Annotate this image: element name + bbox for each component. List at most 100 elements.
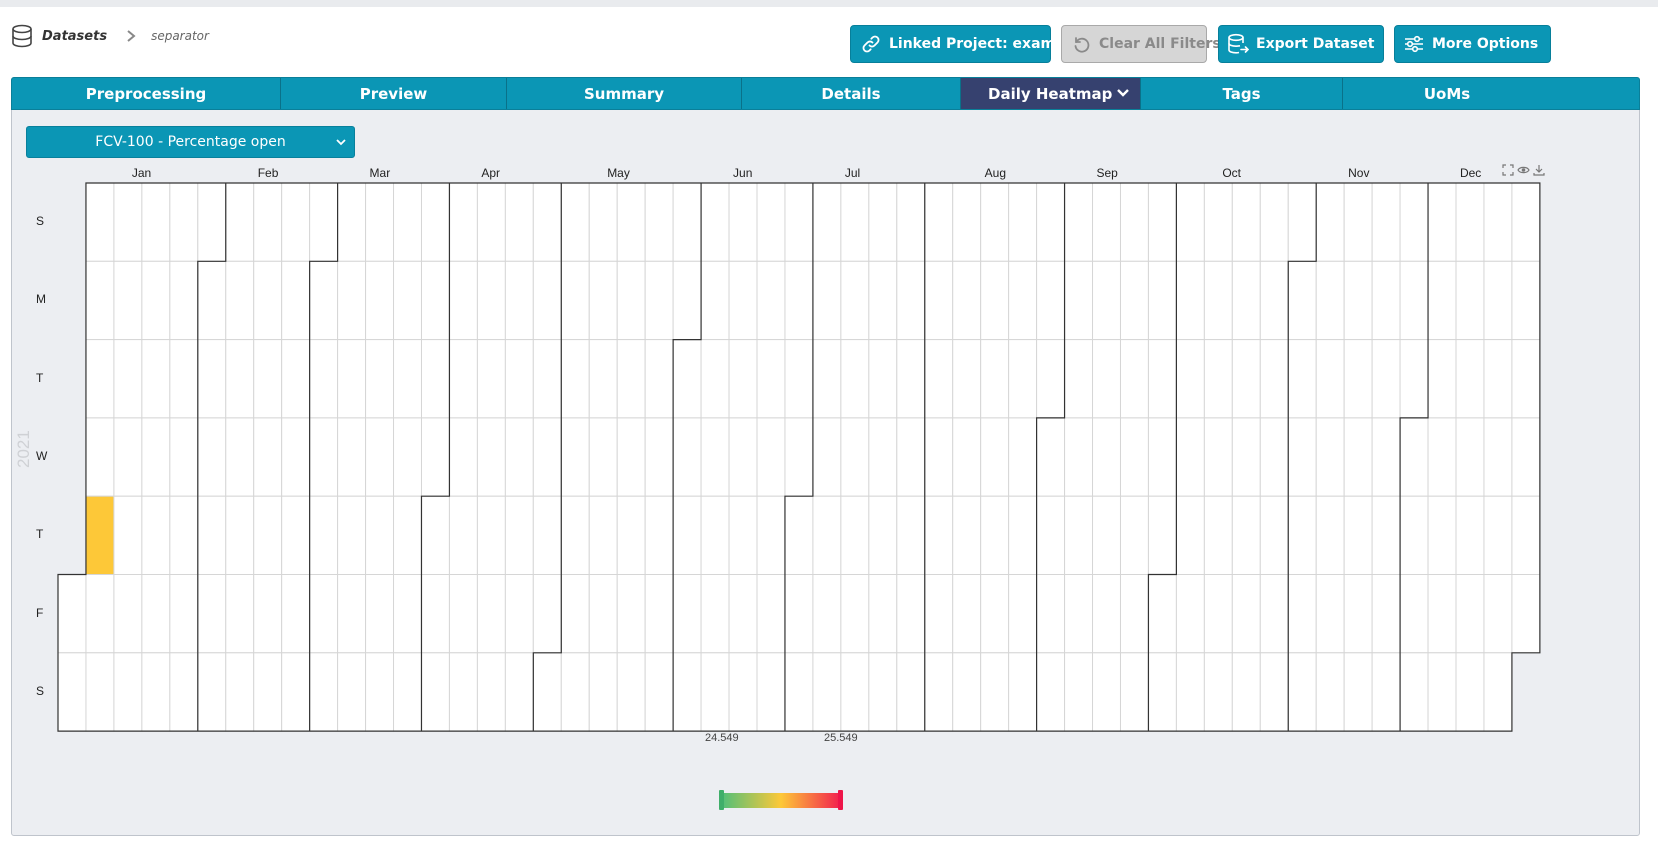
heatmap-cell-value[interactable]: [85, 495, 115, 576]
heatmap-cell[interactable]: [896, 260, 926, 341]
heatmap-cell[interactable]: [728, 652, 758, 732]
heatmap-cell[interactable]: [1092, 652, 1121, 732]
heatmap-cell[interactable]: [169, 495, 199, 576]
heatmap-cell[interactable]: [1064, 652, 1094, 732]
heatmap-cell[interactable]: [1036, 495, 1066, 576]
heatmap-cell[interactable]: [700, 652, 730, 732]
heatmap-cell[interactable]: [896, 339, 926, 419]
heatmap-cell[interactable]: [756, 417, 786, 497]
heatmap-cell[interactable]: [924, 495, 954, 576]
heatmap-cell[interactable]: [868, 417, 898, 497]
heatmap-cell[interactable]: [588, 652, 618, 732]
heatmap-cell[interactable]: [728, 495, 758, 576]
heatmap-cell[interactable]: [1511, 182, 1541, 262]
heatmap-cell[interactable]: [1483, 495, 1513, 576]
heatmap-cell[interactable]: [504, 652, 534, 732]
heatmap-cell[interactable]: [1119, 260, 1149, 341]
heatmap-cell[interactable]: [253, 574, 283, 654]
heatmap-cell[interactable]: [113, 417, 143, 497]
heatmap-cell[interactable]: [896, 495, 926, 576]
heatmap-cell[interactable]: [644, 260, 674, 341]
heatmap-cell[interactable]: [1427, 495, 1457, 576]
heatmap-cell[interactable]: [281, 652, 311, 732]
heatmap-cell[interactable]: [1008, 495, 1038, 576]
heatmap-cell[interactable]: [365, 417, 395, 497]
heatmap-cell[interactable]: [448, 417, 478, 497]
heatmap-cell[interactable]: [672, 652, 702, 732]
heatmap-cell[interactable]: [1092, 260, 1121, 341]
heatmap-cell[interactable]: [588, 339, 618, 419]
heatmap-cell[interactable]: [616, 260, 646, 341]
heatmap-cell[interactable]: [1231, 574, 1261, 654]
heatmap-cell[interactable]: [672, 495, 702, 576]
heatmap-cell[interactable]: [281, 417, 311, 497]
heatmap-cell[interactable]: [1092, 574, 1121, 654]
heatmap-cell[interactable]: [728, 339, 758, 419]
heatmap-cell[interactable]: [1455, 182, 1485, 262]
heatmap-cell[interactable]: [616, 339, 646, 419]
heatmap-cell[interactable]: [476, 182, 506, 262]
heatmap-cell[interactable]: [1399, 574, 1429, 654]
heatmap-cell[interactable]: [1036, 182, 1066, 262]
heatmap-cell[interactable]: [1455, 574, 1485, 654]
heatmap-cell[interactable]: [812, 652, 842, 732]
heatmap-cell[interactable]: [253, 417, 283, 497]
heatmap-cell[interactable]: [812, 495, 842, 576]
heatmap-cell[interactable]: [616, 652, 646, 732]
heatmap-cell[interactable]: [1231, 182, 1261, 262]
heatmap-cell[interactable]: [365, 260, 395, 341]
heatmap-cell[interactable]: [1203, 339, 1233, 419]
heatmap-cell[interactable]: [616, 182, 646, 262]
heatmap-cell[interactable]: [393, 652, 422, 732]
heatmap-cell[interactable]: [1343, 417, 1373, 497]
heatmap-cell[interactable]: [1511, 260, 1541, 341]
heatmap-cell[interactable]: [1343, 182, 1373, 262]
heatmap-cell[interactable]: [1147, 574, 1177, 654]
heatmap-cell[interactable]: [672, 339, 702, 419]
heatmap-cell[interactable]: [141, 339, 171, 419]
heatmap-cell[interactable]: [476, 495, 506, 576]
heatmap-cell[interactable]: [1147, 339, 1177, 419]
heatmap-cell[interactable]: [365, 574, 395, 654]
heatmap-cell[interactable]: [1371, 182, 1401, 262]
heatmap-cell[interactable]: [700, 417, 730, 497]
heatmap-cell[interactable]: [309, 260, 339, 341]
heatmap-cell[interactable]: [1008, 260, 1038, 341]
heatmap-cell[interactable]: [952, 652, 982, 732]
heatmap-cell[interactable]: [141, 417, 171, 497]
heatmap-cell[interactable]: [1315, 652, 1345, 732]
heatmap-cell[interactable]: [616, 495, 646, 576]
heatmap-cell[interactable]: [560, 339, 590, 419]
heatmap-cell[interactable]: [1259, 574, 1289, 654]
heatmap-cell[interactable]: [1343, 652, 1373, 732]
heatmap-cell[interactable]: [448, 260, 478, 341]
heatmap-cell[interactable]: [644, 495, 674, 576]
heatmap-cell[interactable]: [1203, 574, 1233, 654]
heatmap-cell[interactable]: [532, 417, 562, 497]
heatmap-cell[interactable]: [1455, 417, 1485, 497]
heatmap-cell[interactable]: [253, 495, 283, 576]
heatmap-cell[interactable]: [812, 260, 842, 341]
heatmap-cell[interactable]: [1203, 182, 1233, 262]
heatmap-cell[interactable]: [1287, 182, 1317, 262]
heatmap-cell[interactable]: [504, 182, 534, 262]
heatmap-cell[interactable]: [560, 652, 590, 732]
heatmap-cell[interactable]: [980, 339, 1010, 419]
heatmap-cell[interactable]: [1036, 339, 1066, 419]
heatmap-cell[interactable]: [448, 495, 478, 576]
heatmap-cell[interactable]: [476, 417, 506, 497]
heatmap-cell[interactable]: [337, 260, 367, 341]
heatmap-cell[interactable]: [672, 417, 702, 497]
heatmap-cell[interactable]: [225, 495, 255, 576]
heatmap-cell[interactable]: [1092, 182, 1121, 262]
heatmap-cell[interactable]: [57, 574, 87, 654]
heatmap-cell[interactable]: [1287, 417, 1317, 497]
heatmap-cell[interactable]: [812, 339, 842, 419]
heatmap-cell[interactable]: [1287, 495, 1317, 576]
heatmap-cell[interactable]: [700, 495, 730, 576]
heatmap-cell[interactable]: [85, 652, 115, 732]
heatmap-cell[interactable]: [85, 260, 115, 341]
heatmap-cell[interactable]: [1147, 417, 1177, 497]
heatmap-cell[interactable]: [1175, 260, 1205, 341]
heatmap-cell[interactable]: [1092, 417, 1121, 497]
